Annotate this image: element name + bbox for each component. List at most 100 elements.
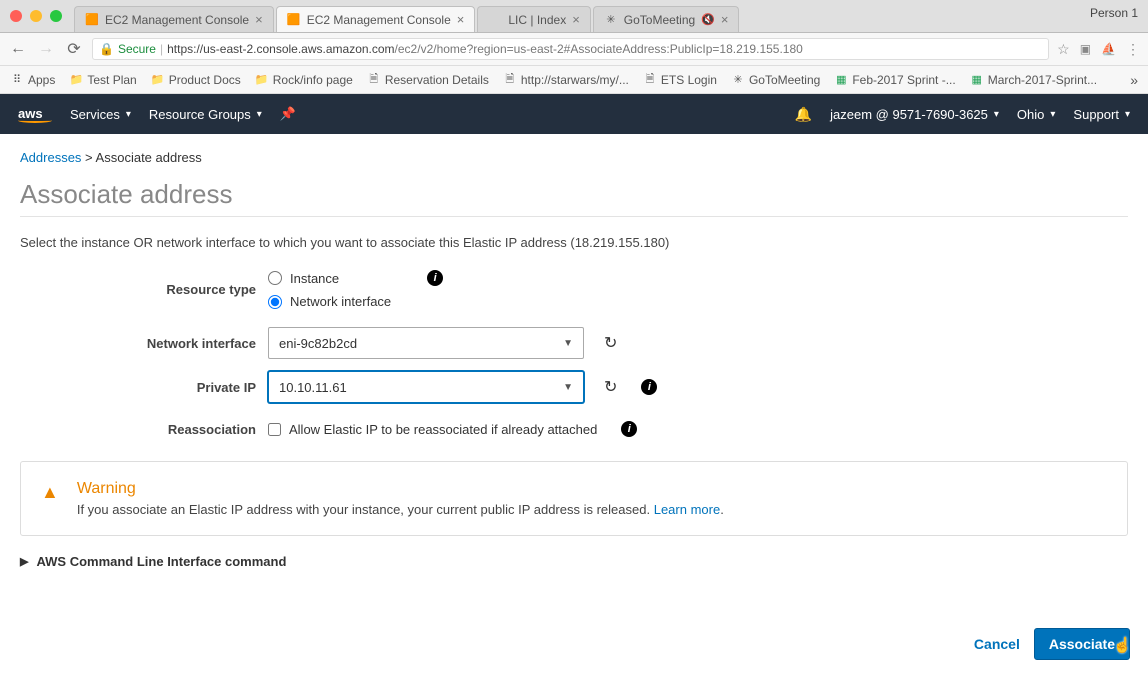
learn-more-link[interactable]: Learn more [654, 502, 720, 517]
info-icon[interactable]: i [621, 421, 637, 437]
close-tab-icon[interactable]: × [255, 12, 263, 27]
reload-button[interactable]: ⟳ [64, 39, 84, 59]
aws-logo[interactable]: aws [18, 106, 52, 123]
private-ip-value: 10.10.11.61 [279, 380, 347, 395]
breadcrumb: Addresses > Associate address [20, 150, 1128, 165]
minimize-window-button[interactable] [30, 10, 42, 22]
chevron-down-icon: ▼ [563, 382, 573, 393]
mute-tab-icon[interactable]: 🔇 [701, 13, 715, 26]
close-window-button[interactable] [10, 10, 22, 22]
refresh-icon[interactable]: ↻ [604, 333, 617, 353]
close-tab-icon[interactable]: × [457, 12, 465, 27]
chevron-down-icon: ▾ [257, 109, 262, 120]
chevron-down-icon: ▾ [1050, 109, 1055, 120]
page-content: Addresses > Associate address Associate … [0, 134, 1148, 569]
browser-tabs: 🟧 EC2 Management Console × 🟧 EC2 Managem… [74, 0, 1148, 32]
info-icon[interactable]: i [641, 379, 657, 395]
resource-type-network-interface-radio[interactable]: Network interface [268, 294, 443, 309]
bookmark-folder[interactable]: 📁Rock/info page [255, 73, 353, 87]
network-interface-select[interactable]: eni-9c82b2cd ▼ [268, 327, 584, 359]
aws-global-nav: aws Services▾ Resource Groups▾ 📌 🔔 jazee… [0, 94, 1148, 134]
star-icon[interactable]: ☆ [1057, 41, 1070, 58]
folder-icon: 📁 [255, 73, 269, 87]
chevron-right-icon: ▶ [20, 555, 28, 568]
apps-icon: ⠿ [10, 73, 24, 87]
blank-favicon-icon [488, 13, 502, 27]
window-titlebar: 🟧 EC2 Management Console × 🟧 EC2 Managem… [0, 0, 1148, 33]
refresh-icon[interactable]: ↻ [604, 377, 617, 397]
aws-favicon-icon: 🟧 [85, 13, 99, 27]
profile-label[interactable]: Person 1 [1090, 6, 1138, 20]
page-icon: 🗎 [643, 73, 657, 87]
account-menu[interactable]: jazeem @ 9571-7690-3625▾ [830, 107, 999, 122]
resource-groups-menu[interactable]: Resource Groups▾ [149, 107, 262, 122]
bookmark-link[interactable]: ✳GoToMeeting [731, 73, 820, 87]
associate-button[interactable]: Associate ☝ [1034, 628, 1130, 660]
extension-icon[interactable]: ⛵ [1101, 42, 1116, 56]
network-interface-value: eni-9c82b2cd [279, 336, 357, 351]
pin-icon[interactable]: 📌 [280, 106, 296, 122]
bookmark-link[interactable]: 🗎http://starwars/my/... [503, 73, 629, 87]
apps-bookmark[interactable]: ⠿Apps [10, 73, 55, 87]
bookmark-link[interactable]: ▦Feb-2017 Sprint -... [834, 73, 955, 87]
browser-tab[interactable]: 🟧 EC2 Management Console × [276, 6, 476, 32]
warning-title: Warning [77, 480, 724, 498]
bookmark-link[interactable]: ▦March-2017-Sprint... [970, 73, 1097, 87]
forward-button[interactable]: → [36, 40, 56, 58]
sheets-icon: ▦ [970, 73, 984, 87]
notifications-icon[interactable]: 🔔 [795, 106, 812, 123]
page-title: Associate address [20, 179, 1128, 210]
info-icon[interactable]: i [427, 270, 443, 286]
browser-tab[interactable]: ✳ GoToMeeting 🔇 × [593, 6, 740, 32]
reassociation-checkbox[interactable]: Allow Elastic IP to be reassociated if a… [268, 422, 597, 437]
services-menu[interactable]: Services▾ [70, 107, 131, 122]
browser-tab[interactable]: 🟧 EC2 Management Console × [74, 6, 274, 32]
maximize-window-button[interactable] [50, 10, 62, 22]
tab-title: EC2 Management Console [105, 13, 249, 27]
cursor-icon: ☝ [1113, 636, 1132, 654]
network-interface-label: Network interface [20, 336, 256, 351]
cli-command-expander[interactable]: ▶ AWS Command Line Interface command [20, 554, 1128, 569]
checkbox-input[interactable] [268, 423, 281, 436]
private-ip-select[interactable]: 10.10.11.61 ▼ [268, 371, 584, 403]
page-icon: 🗎 [367, 73, 381, 87]
folder-icon: 📁 [69, 73, 83, 87]
close-tab-icon[interactable]: × [721, 12, 729, 27]
bookmark-folder[interactable]: 📁Test Plan [69, 73, 136, 87]
reassociation-label: Reassociation [20, 422, 256, 437]
extension-icon[interactable]: ▣ [1080, 42, 1091, 56]
bookmarks-bar: ⠿Apps 📁Test Plan 📁Product Docs 📁Rock/inf… [0, 66, 1148, 94]
bookmark-folder[interactable]: 📁Product Docs [151, 73, 241, 87]
breadcrumb-parent-link[interactable]: Addresses [20, 150, 81, 165]
browser-tab[interactable]: LIC | Index × [477, 6, 590, 32]
traffic-lights [0, 10, 62, 22]
url-text: https://us-east-2.console.aws.amazon.com… [167, 42, 803, 56]
secure-label: Secure [118, 42, 156, 56]
bookmarks-overflow-icon[interactable]: » [1130, 72, 1138, 88]
support-menu[interactable]: Support▾ [1073, 107, 1130, 122]
chevron-down-icon: ▼ [563, 338, 573, 349]
folder-icon: 📁 [151, 73, 165, 87]
menu-icon[interactable]: ⋮ [1126, 41, 1140, 58]
chevron-down-icon: ▾ [994, 109, 999, 120]
gotomeeting-icon: ✳ [731, 73, 745, 87]
url-field[interactable]: 🔒 Secure | https://us-east-2.console.aws… [92, 38, 1049, 60]
back-button[interactable]: ← [8, 40, 28, 58]
gotomeeting-favicon-icon: ✳ [604, 13, 618, 27]
radio-input[interactable] [268, 271, 282, 285]
warning-text: If you associate an Elastic IP address w… [77, 502, 724, 517]
divider [20, 216, 1128, 217]
close-tab-icon[interactable]: × [572, 12, 580, 27]
bookmark-link[interactable]: 🗎ETS Login [643, 73, 717, 87]
cancel-button[interactable]: Cancel [974, 636, 1020, 652]
chevron-down-icon: ▾ [1125, 109, 1130, 120]
sheets-icon: ▦ [834, 73, 848, 87]
private-ip-label: Private IP [20, 380, 256, 395]
bookmark-link[interactable]: 🗎Reservation Details [367, 73, 489, 87]
resource-type-instance-radio[interactable]: Instance i [268, 270, 443, 286]
tab-title: EC2 Management Console [307, 13, 451, 27]
region-menu[interactable]: Ohio▾ [1017, 107, 1056, 122]
radio-input[interactable] [268, 295, 282, 309]
aws-favicon-icon: 🟧 [287, 13, 301, 27]
warning-box: ▲ Warning If you associate an Elastic IP… [20, 461, 1128, 536]
